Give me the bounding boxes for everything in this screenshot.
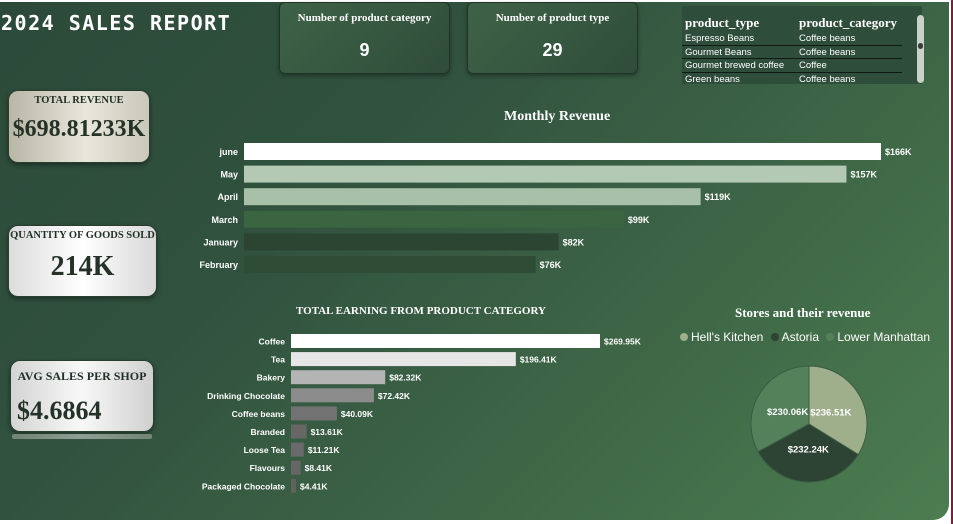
pie-label-hell-s-kitchen: $236.51K — [810, 407, 851, 418]
pie-label-lower-manhattan: $230.06K — [767, 407, 808, 418]
pie-label-astoria: $232.24K — [788, 444, 829, 455]
store-revenue-pie: $236.51K $232.24K $230.06K — [750, 365, 868, 483]
